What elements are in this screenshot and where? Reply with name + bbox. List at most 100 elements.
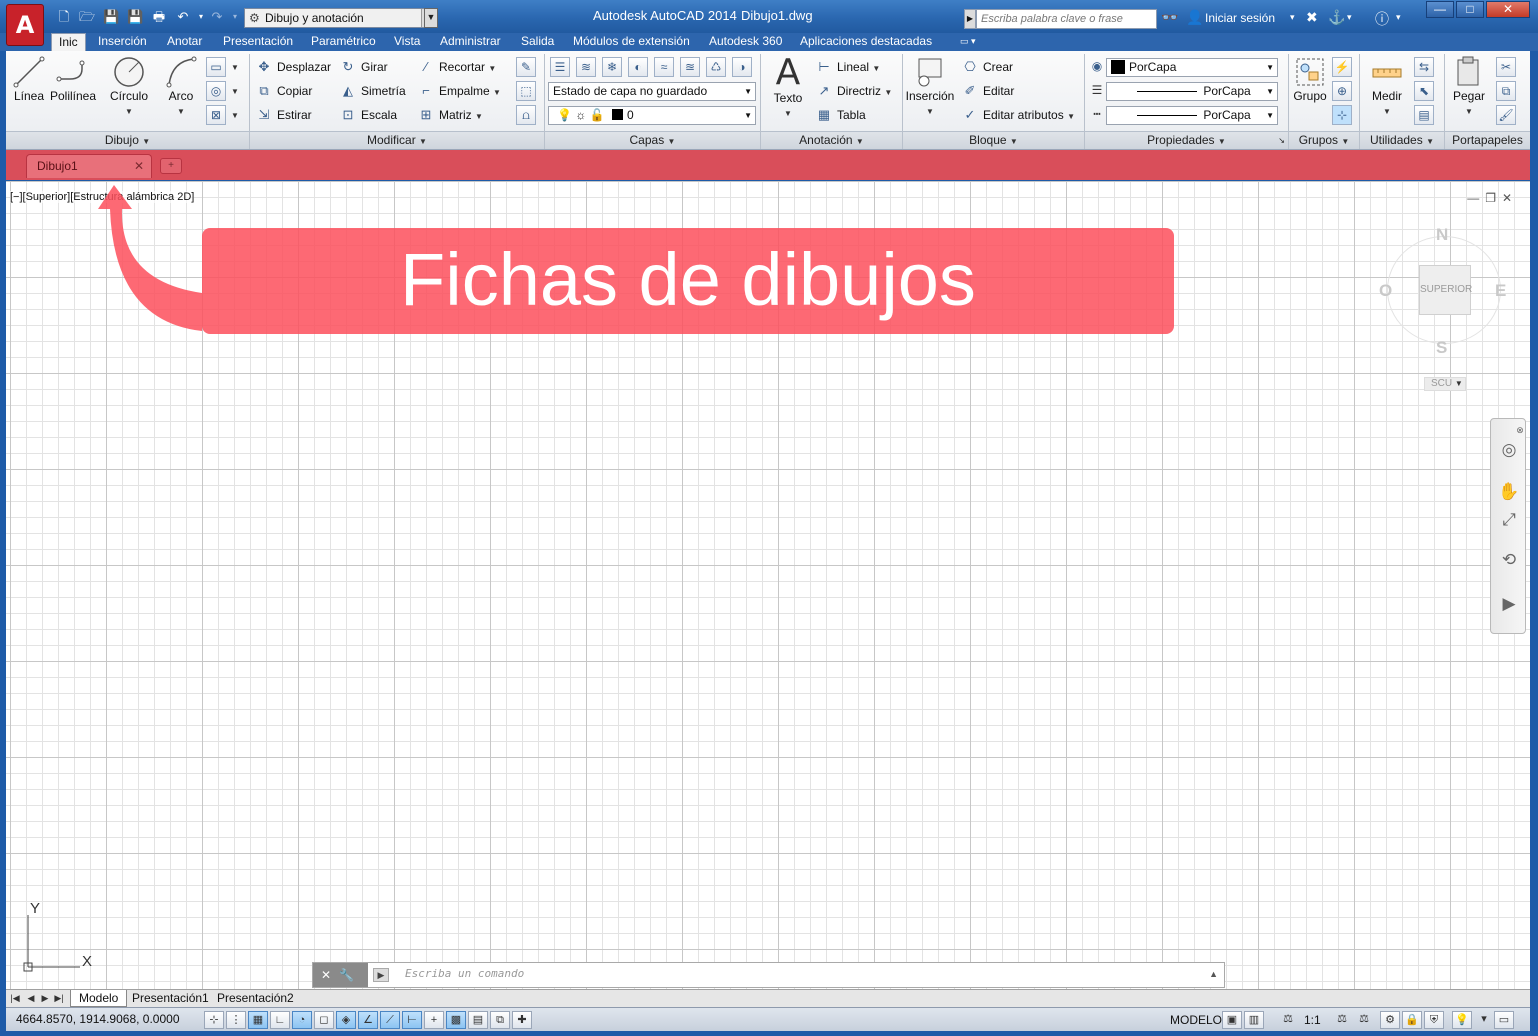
layer-unisolate-icon[interactable]: ≊ bbox=[680, 57, 700, 77]
plot-icon[interactable]: 🖶 bbox=[151, 9, 167, 25]
binoculars-icon[interactable]: 👓 bbox=[1161, 9, 1178, 26]
pan-icon[interactable]: ✋ bbox=[1498, 481, 1520, 503]
layer-off-icon[interactable]: ◐ bbox=[628, 57, 648, 77]
panel-title-anotacion[interactable]: Anotación ▼ bbox=[761, 131, 902, 149]
stretch-button[interactable]: ⇲ Estirar bbox=[256, 106, 312, 124]
zoom-extents-icon[interactable]: ⤢ bbox=[1498, 509, 1520, 531]
tab-vista[interactable]: Vista bbox=[387, 33, 427, 51]
polar-tracking-icon[interactable]: ◔ bbox=[292, 1011, 312, 1029]
group-button[interactable]: Grupo bbox=[1290, 55, 1330, 103]
orbit-icon[interactable]: ⟲ bbox=[1498, 549, 1520, 571]
3d-object-snap-icon[interactable]: ◈ bbox=[336, 1011, 356, 1029]
hatch-icon[interactable]: ◎ bbox=[206, 81, 226, 101]
viewcube-north[interactable]: N bbox=[1436, 225, 1448, 245]
layer-isolate-icon[interactable]: ≋ bbox=[576, 57, 596, 77]
connect-icon[interactable]: ⚓ bbox=[1328, 9, 1345, 26]
dialog-launcher-icon[interactable]: ↘ bbox=[1278, 132, 1285, 149]
close-icon[interactable]: ⊗ bbox=[1515, 419, 1525, 441]
line-button[interactable]: Línea bbox=[10, 55, 48, 103]
search-expand-icon[interactable]: ▶ bbox=[964, 9, 976, 29]
layer-freeze-icon[interactable]: ❄ bbox=[602, 57, 622, 77]
tab-insercion[interactable]: Inserción bbox=[91, 33, 154, 51]
signin-link[interactable]: Iniciar sesión bbox=[1205, 11, 1275, 25]
viewport-window-controls[interactable]: —❐✕ bbox=[1467, 191, 1518, 205]
showmotion-icon[interactable]: ▶ bbox=[1498, 593, 1520, 615]
tab-inicio[interactable]: Inic bbox=[51, 33, 86, 51]
text-button[interactable]: A Texto ▼ bbox=[766, 55, 810, 119]
panel-title-modificar[interactable]: Modificar ▼ bbox=[250, 131, 544, 149]
lineweight-select[interactable]: PorCapa ▼ bbox=[1106, 82, 1278, 101]
coordinates-readout[interactable]: 4664.8570, 1914.9068, 0.0000 bbox=[16, 1012, 180, 1026]
viewcube-east[interactable]: E bbox=[1495, 281, 1506, 301]
annotation-scale-icon[interactable]: ⚖ bbox=[1278, 1011, 1298, 1029]
ungroup-icon[interactable]: ⚡ bbox=[1332, 57, 1352, 77]
transparency-icon[interactable]: ▩ bbox=[446, 1011, 466, 1029]
annotation-monitor-icon[interactable]: ✚ bbox=[512, 1011, 532, 1029]
panel-title-portapapeles[interactable]: Portapapeles bbox=[1445, 131, 1530, 149]
copy-button[interactable]: ⧉ Copiar bbox=[256, 82, 312, 100]
layer-properties-icon[interactable]: ☰ bbox=[550, 57, 570, 77]
tab-aplicaciones-destacadas[interactable]: Aplicaciones destacadas bbox=[793, 33, 939, 51]
signin-dropdown-icon[interactable]: ▾ bbox=[1290, 12, 1295, 23]
calculator-icon[interactable]: ▤ bbox=[1414, 105, 1434, 125]
quick-access-customize-icon[interactable]: ▼ bbox=[424, 8, 438, 28]
tab-presentacion2[interactable]: Presentación2 bbox=[209, 990, 302, 1007]
explode-icon[interactable]: ⬚ bbox=[516, 81, 536, 101]
layer-select[interactable]: 💡 ☼ 🔓 0 ▼ bbox=[548, 106, 756, 125]
mirror-button[interactable]: ◭ Simetría bbox=[340, 82, 406, 100]
dynamic-ucs-icon[interactable]: ⟋ bbox=[380, 1011, 400, 1029]
move-button[interactable]: ✥ Desplazar bbox=[256, 58, 331, 76]
file-tab[interactable]: Dibujo1 ✕ bbox=[26, 154, 152, 178]
rectangle-icon[interactable]: ▭ bbox=[206, 57, 226, 77]
help-dropdown-icon[interactable]: ▾ bbox=[1396, 12, 1401, 23]
model-space-toggle[interactable]: MODELO bbox=[1170, 1013, 1222, 1027]
new-tab-button[interactable]: + bbox=[160, 158, 182, 174]
trim-button[interactable]: ⁄ Recortar ▼ bbox=[418, 58, 496, 76]
layer-state-select[interactable]: Estado de capa no guardado ▼ bbox=[548, 82, 756, 101]
isolate-objects-icon[interactable]: 💡 bbox=[1452, 1011, 1472, 1029]
redo-dropdown-icon[interactable]: ▾ bbox=[227, 9, 243, 25]
infer-constraints-icon[interactable]: ⊹ bbox=[204, 1011, 224, 1029]
grid-display-icon[interactable]: ▦ bbox=[248, 1011, 268, 1029]
command-line-grip[interactable]: ✕🔧 bbox=[313, 963, 368, 987]
drawing-area[interactable]: [−][Superior][Estructura alámbrica 2D] —… bbox=[6, 181, 1530, 989]
region-icon[interactable]: ⊠ bbox=[206, 105, 226, 125]
maximize-button[interactable]: □ bbox=[1456, 1, 1484, 18]
array-button[interactable]: ⊞ Matriz ▼ bbox=[418, 106, 483, 124]
undo-icon[interactable]: ↶ bbox=[175, 9, 191, 25]
paste-button[interactable]: Pegar ▼ bbox=[1447, 55, 1491, 117]
chevron-up-icon[interactable]: ▲ bbox=[1209, 969, 1218, 979]
tab-presentacion[interactable]: Presentación bbox=[216, 33, 300, 51]
command-prompt-icon[interactable]: ▶ bbox=[373, 968, 389, 982]
layer-on-icon[interactable]: ◑ bbox=[732, 57, 752, 77]
save-icon[interactable]: 💾 bbox=[103, 9, 119, 25]
close-window-button[interactable]: ✕ bbox=[1486, 1, 1530, 18]
table-button[interactable]: ▦ Tabla bbox=[816, 106, 866, 124]
circle-button[interactable]: Círculo ▼ bbox=[106, 55, 152, 117]
save-as-icon[interactable]: 💾 bbox=[127, 9, 143, 25]
application-menu-button[interactable]: A bbox=[6, 4, 44, 46]
group-edit-icon[interactable]: ⊕ bbox=[1332, 81, 1352, 101]
command-input[interactable]: Escriba un comando bbox=[405, 967, 524, 980]
copy-clip-icon[interactable]: ⧉ bbox=[1496, 81, 1516, 101]
help-icon[interactable]: ⓘ bbox=[1375, 9, 1389, 29]
object-snap-tracking-icon[interactable]: ∠ bbox=[358, 1011, 378, 1029]
measure-button[interactable]: Medir ▼ bbox=[1363, 55, 1411, 117]
tab-parametrico[interactable]: Paramétrico bbox=[304, 33, 383, 51]
chevron-down-icon[interactable]: ▼ bbox=[231, 111, 239, 120]
offset-icon[interactable]: ⩍ bbox=[516, 105, 536, 125]
hardware-acceleration-icon[interactable]: ⛨ bbox=[1424, 1011, 1444, 1029]
panel-title-bloque[interactable]: Bloque ▼ bbox=[903, 131, 1084, 149]
ucs-menu[interactable]: SCU ▼ bbox=[1424, 377, 1466, 391]
viewcube-west[interactable]: O bbox=[1379, 281, 1392, 301]
redo-icon[interactable]: ↷ bbox=[209, 9, 225, 25]
workspace-selector[interactable]: ⚙ Dibujo y anotación ▼ bbox=[244, 8, 438, 28]
tab-administrar[interactable]: Administrar bbox=[433, 33, 508, 51]
chevron-down-icon[interactable]: ▼ bbox=[231, 87, 239, 96]
cut-icon[interactable]: ✂ bbox=[1496, 57, 1516, 77]
linear-dimension-button[interactable]: ⊢ Lineal ▼ bbox=[816, 58, 880, 76]
annotation-scale-value[interactable]: 1:1 bbox=[1304, 1013, 1321, 1027]
layer-match-icon[interactable]: ≈ bbox=[654, 57, 674, 77]
group-selection-icon[interactable]: ⊹ bbox=[1332, 105, 1352, 125]
layer-thaw-icon[interactable]: ♺ bbox=[706, 57, 726, 77]
